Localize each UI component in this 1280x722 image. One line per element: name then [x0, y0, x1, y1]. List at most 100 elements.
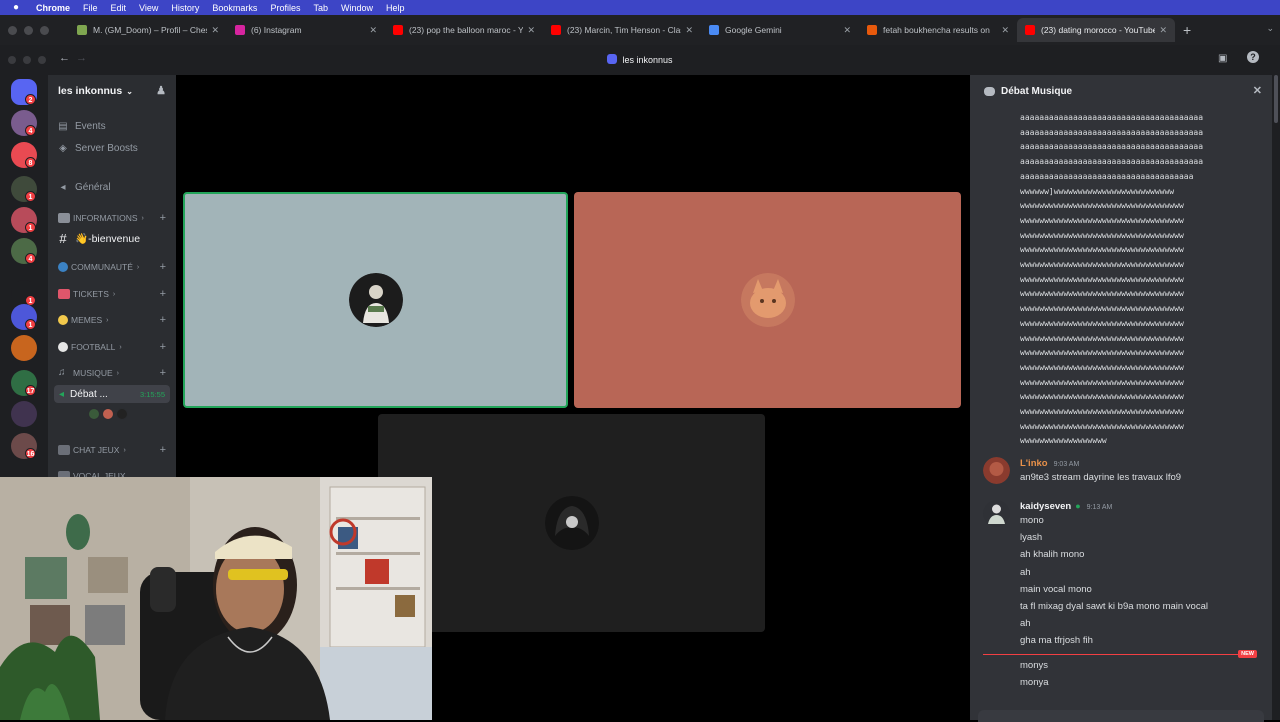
chat-message-input[interactable]	[978, 710, 1264, 722]
category-informations[interactable]: INFORMATIONS › +	[58, 212, 166, 224]
menu-profiles[interactable]: Profiles	[270, 3, 300, 13]
menu-window[interactable]: Window	[341, 3, 373, 13]
spam-line: wwwwwwwwwwwwwwwwwwwwwwwwwwwwwwwwww	[1020, 201, 1184, 211]
music-note-icon: ♫	[58, 367, 66, 378]
browser-tab[interactable]: (23) pop the balloon maroc - YouTube ✕	[385, 18, 543, 42]
category-chat-jeux[interactable]: CHAT JEUX › +	[58, 444, 166, 456]
avatar[interactable]	[983, 500, 1010, 527]
tab-close-icon[interactable]: ✕	[843, 25, 851, 36]
server-header[interactable]: les inkonnus ⌄ ♟	[48, 75, 176, 107]
help-icon[interactable]: ?	[1247, 51, 1259, 63]
window-title: les inkonnus	[0, 54, 1280, 65]
add-channel-icon[interactable]: +	[160, 341, 166, 353]
browser-tab[interactable]: (23) Marcin, Tim Henson - Classical ✕	[543, 18, 701, 42]
add-channel-icon[interactable]: +	[160, 212, 166, 224]
add-channel-icon[interactable]: +	[160, 444, 166, 456]
sidebar-events[interactable]: ▤ Events	[56, 121, 106, 132]
browser-tab[interactable]: (23) dating morocco - YouTube ✕	[1017, 18, 1175, 42]
tab-search-chevron-icon[interactable]: ⌄	[1266, 23, 1274, 34]
browser-tab[interactable]: M. (GM_Doom) – Profil – Chess.com ✕	[69, 18, 227, 42]
avatar[interactable]	[102, 408, 114, 420]
menu-view[interactable]: View	[139, 3, 158, 13]
speaker-icon: ◂	[59, 388, 65, 400]
tab-close-icon[interactable]: ✕	[369, 25, 377, 36]
author-name[interactable]: L'inko	[1020, 458, 1048, 469]
tab-close-icon[interactable]: ✕	[1001, 25, 1009, 36]
spam-line: wwwwwwwwwwwwwwwwwwwwwwwwwwwwwwwwww	[1020, 407, 1184, 417]
tab-favicon-icon	[867, 25, 877, 35]
add-channel-icon[interactable]: +	[160, 314, 166, 326]
sidebar-server-boosts[interactable]: ◈ Server Boosts	[56, 143, 138, 154]
category-tickets[interactable]: TICKETS › +	[58, 288, 166, 300]
new-tab-button[interactable]: +	[1183, 22, 1191, 38]
spam-line: aaaaaaaaaaaaaaaaaaaaaaaaaaaaaaaaaaaa	[1020, 171, 1194, 181]
spam-line: aaaaaaaaaaaaaaaaaaaaaaaaaaaaaaaaaaaaaa	[1020, 142, 1204, 152]
add-channel-icon[interactable]: +	[160, 367, 166, 379]
webcam-image	[0, 477, 432, 720]
chevron-right-icon: ›	[136, 263, 140, 271]
scrollbar-thumb[interactable]	[1274, 75, 1278, 123]
browser-tab[interactable]: Google Gemini ✕	[701, 18, 859, 42]
menu-history[interactable]: History	[171, 3, 199, 13]
close-icon[interactable]: ✕	[1253, 84, 1262, 97]
inbox-icon[interactable]: ▣	[1218, 53, 1227, 64]
zoom-window-button[interactable]	[40, 25, 49, 35]
tab-title: Google Gemini	[725, 25, 782, 35]
channel-bienvenue[interactable]: # 👋-bienvenue	[56, 231, 140, 246]
category-musique[interactable]: ♫ MUSIQUE › +	[58, 367, 166, 379]
message-author[interactable]: kaidyseven ● 9:13 AM	[1020, 501, 1112, 512]
avatar[interactable]	[88, 408, 100, 420]
mention-badge: 4	[25, 253, 36, 264]
participant-tile[interactable]	[378, 414, 765, 632]
menu-file[interactable]: File	[83, 3, 98, 13]
tab-close-icon[interactable]: ✕	[1159, 25, 1167, 36]
category-memes[interactable]: MEMES › +	[58, 314, 166, 326]
browser-tab[interactable]: (6) Instagram ✕	[227, 18, 385, 42]
avatar	[740, 273, 795, 327]
bienvenue-label: 👋-bienvenue	[75, 233, 141, 245]
voice-channel-debat[interactable]: ◂ Débat ... 3:15:55	[54, 385, 170, 403]
category-football[interactable]: FOOTBALL › +	[58, 341, 166, 353]
spam-line: wwwwwwwwwwwwwwwwwwwwwwwwwwwwwwwwww	[1020, 289, 1184, 299]
spam-line: aaaaaaaaaaaaaaaaaaaaaaaaaaaaaaaaaaaaaa	[1020, 113, 1204, 122]
menu-app-name[interactable]: Chrome	[36, 3, 70, 13]
browser-tab[interactable]: fetah boukhencha results on ✕	[859, 18, 1017, 42]
menu-help[interactable]: Help	[386, 3, 405, 13]
close-window-button[interactable]	[8, 25, 17, 35]
avatar	[348, 273, 403, 327]
laughing-emoji-icon	[58, 315, 68, 325]
menu-edit[interactable]: Edit	[111, 3, 127, 13]
participant-tile-speaking[interactable]	[183, 192, 568, 408]
channel-general[interactable]: ◂ Général	[56, 182, 110, 193]
tab-close-icon[interactable]: ✕	[211, 25, 219, 36]
menu-bookmarks[interactable]: Bookmarks	[212, 3, 257, 13]
events-label: Events	[75, 121, 106, 132]
voice-participants	[88, 408, 128, 420]
menu-tab[interactable]: Tab	[313, 3, 328, 13]
invite-people-icon[interactable]: ♟	[156, 84, 166, 97]
apple-icon[interactable]: ●	[6, 2, 26, 13]
avatar[interactable]	[116, 408, 128, 420]
message-text: ah khalih mono	[1020, 549, 1085, 561]
server-icon[interactable]	[11, 335, 37, 361]
server-icon[interactable]	[11, 401, 37, 427]
category-label: MUSIQUE	[73, 368, 113, 378]
spam-line: wwwwwwwwwwwwwwwwwwwwwwwwwwwwwwwwww	[1020, 215, 1184, 225]
avatar[interactable]	[983, 457, 1010, 484]
tab-close-icon[interactable]: ✕	[685, 25, 693, 36]
minimize-window-button[interactable]	[24, 25, 33, 35]
chevron-right-icon: ›	[119, 343, 122, 351]
spam-line: wwwwwwwwwwwwwwwwwwwwwwwwwwwwwwwwww	[1020, 377, 1184, 387]
add-channel-icon[interactable]: +	[160, 261, 166, 273]
category-communaute[interactable]: COMMUNAUTÉ › +	[58, 261, 166, 273]
participant-tile[interactable]	[574, 192, 961, 408]
add-channel-icon[interactable]: +	[160, 288, 166, 300]
tab-title: (6) Instagram	[251, 25, 302, 35]
window-scrollbar[interactable]	[1272, 75, 1280, 720]
message-text: mono	[1020, 515, 1044, 526]
tab-title: fetah boukhencha results on	[883, 25, 990, 35]
message-author[interactable]: L'inko 9:03 AM	[1020, 458, 1079, 469]
message-text: ah	[1020, 566, 1031, 578]
author-name[interactable]: kaidyseven	[1020, 501, 1071, 512]
tab-close-icon[interactable]: ✕	[527, 25, 535, 36]
